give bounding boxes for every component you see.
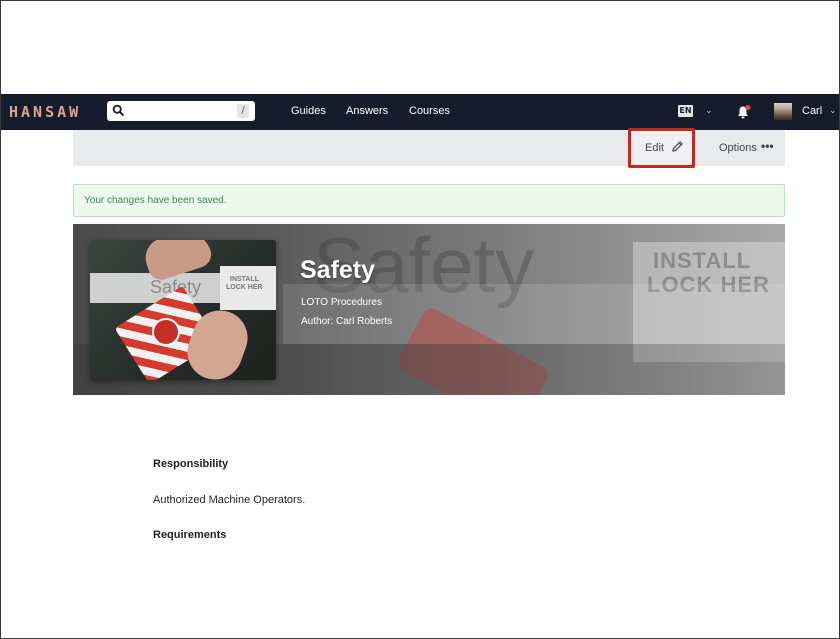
sign-text: INSTALL [230, 276, 260, 283]
chevron-down-icon[interactable]: ⌄ [705, 106, 713, 116]
options-button[interactable]: Options [719, 142, 757, 154]
page-subtitle: LOTO Procedures [301, 297, 382, 308]
section-heading: Requirements [153, 529, 227, 541]
section-heading: Responsibility [153, 458, 229, 470]
sign-text: INSTALL [653, 248, 752, 273]
bell-icon[interactable] [736, 104, 752, 120]
success-alert: Your changes have been saved. [73, 184, 785, 217]
nav-link-courses[interactable]: Courses [409, 105, 450, 117]
search-input[interactable]: / [107, 101, 255, 121]
thumbnail-sign: INSTALL LOCK HER [220, 266, 276, 310]
danger-tag-seal [152, 318, 180, 346]
hero-band [283, 284, 785, 344]
search-icon [112, 104, 125, 117]
more-options-icon[interactable]: ••• [761, 139, 774, 153]
author-line[interactable]: Author: Carl Roberts [301, 316, 392, 327]
guide-thumbnail: INSTALL LOCK HER Safety [90, 240, 276, 380]
language-selector[interactable]: EN [678, 105, 693, 117]
nav-link-answers[interactable]: Answers [346, 105, 388, 117]
alert-message: Your changes have been saved. [84, 195, 227, 206]
page-title: Safety [300, 256, 376, 284]
logo[interactable]: HANSAW [9, 103, 81, 121]
top-navigation-bar: HANSAW / Guides Answers Courses EN ⌄ Car… [1, 94, 839, 130]
section-paragraph: Authorized Machine Operators. [153, 494, 306, 506]
chevron-down-icon[interactable]: ⌄ [829, 106, 837, 116]
edit-button-label[interactable]: Edit [645, 142, 664, 154]
nav-link-guides[interactable]: Guides [291, 105, 326, 117]
pencil-icon[interactable] [671, 140, 684, 153]
user-name[interactable]: Carl [802, 105, 822, 117]
search-shortcut-key: / [237, 104, 249, 118]
avatar[interactable] [774, 103, 792, 120]
sign-text: LOCK HER [226, 284, 263, 291]
